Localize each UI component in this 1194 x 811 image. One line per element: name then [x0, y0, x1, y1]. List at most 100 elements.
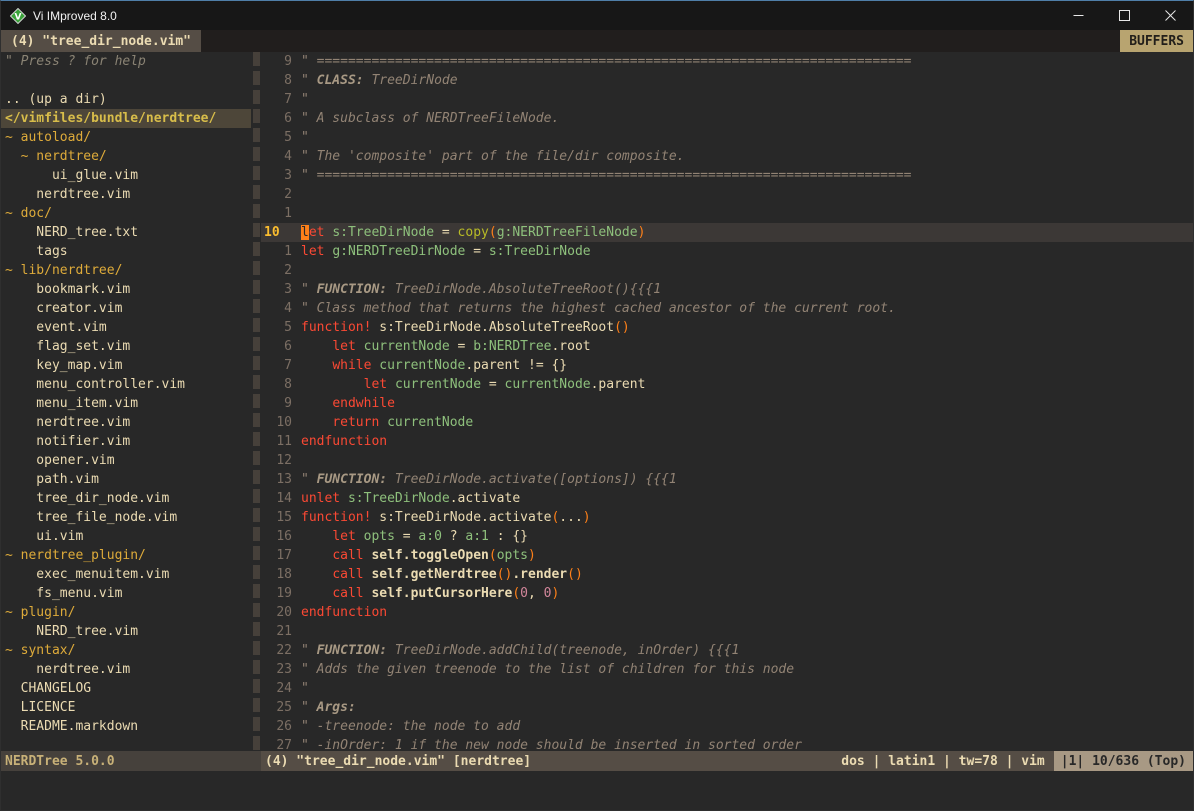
code-line[interactable]: 26" -treenode: the node to add [261, 717, 1193, 736]
code-text: let currentNode = currentNode.parent [301, 375, 645, 394]
line-number: 9 [261, 394, 301, 413]
code-line[interactable]: 1 [261, 204, 1193, 223]
command-line[interactable] [1, 771, 1193, 810]
tree-item[interactable]: notifier.vim [1, 432, 251, 451]
statusline-format-info: dos | latin1 | tw=78 | vim [841, 751, 1045, 771]
tree-item[interactable]: tree_dir_node.vim [1, 489, 251, 508]
code-line[interactable]: 6" A subclass of NERDTreeFileNode. [261, 109, 1193, 128]
code-line[interactable]: 17 call self.toggleOpen(opts) [261, 546, 1193, 565]
code-line[interactable]: 20endfunction [261, 603, 1193, 622]
tree-item[interactable]: ui.vim [1, 527, 251, 546]
line-number: 2 [261, 185, 301, 204]
code-line[interactable]: 7" [261, 90, 1193, 109]
tree-item[interactable]: NERD_tree.txt [1, 223, 251, 242]
code-line[interactable]: 6 let currentNode = b:NERDTree.root [261, 337, 1193, 356]
code-text: " Class method that returns the highest … [301, 299, 896, 318]
code-line[interactable]: 9" =====================================… [261, 52, 1193, 71]
window-title: Vi IMproved 8.0 [33, 9, 117, 23]
tree-item[interactable]: fs_menu.vim [1, 584, 251, 603]
code-line[interactable]: 27" -inOrder: 1 if the new node should b… [261, 736, 1193, 751]
vim-app-icon[interactable]: V [10, 8, 26, 24]
code-line[interactable]: 10 return currentNode [261, 413, 1193, 432]
text-cursor: l [301, 225, 309, 240]
code-line[interactable]: 7 while currentNode.parent != {} [261, 356, 1193, 375]
code-line[interactable]: 8" CLASS: TreeDirNode [261, 71, 1193, 90]
line-number: 15 [261, 508, 301, 527]
tree-item[interactable]: ui_glue.vim [1, 166, 251, 185]
tree-item[interactable]: NERD_tree.vim [1, 622, 251, 641]
buffers-badge[interactable]: BUFFERS [1120, 30, 1193, 52]
tree-root[interactable]: </vimfiles/bundle/nerdtree/ [1, 109, 251, 128]
code-line[interactable]: 2 [261, 185, 1193, 204]
code-line[interactable]: 16 let opts = a:0 ? a:1 : {} [261, 527, 1193, 546]
tree-item[interactable]: event.vim [1, 318, 251, 337]
code-text: unlet s:TreeDirNode.activate [301, 489, 520, 508]
code-line[interactable]: 3" =====================================… [261, 166, 1193, 185]
tree-item[interactable]: nerdtree.vim [1, 413, 251, 432]
code-text: " -treenode: the node to add [301, 717, 520, 736]
tree-item[interactable]: menu_controller.vim [1, 375, 251, 394]
code-line[interactable]: 4" The 'composite' part of the file/dir … [261, 147, 1193, 166]
tree-item[interactable]: ~ syntax/ [1, 641, 251, 660]
tree-item[interactable]: nerdtree.vim [1, 185, 251, 204]
tree-item[interactable]: ~ autoload/ [1, 128, 251, 147]
code-line[interactable]: 5function! s:TreeDirNode.AbsoluteTreeRoo… [261, 318, 1193, 337]
title-bar: V Vi IMproved 8.0 [1, 1, 1193, 30]
tree-item[interactable]: tree_file_node.vim [1, 508, 251, 527]
tab-active[interactable]: (4) "tree_dir_node.vim" [1, 30, 201, 52]
tree-item[interactable]: path.vim [1, 470, 251, 489]
window-separator[interactable] [251, 52, 261, 751]
tree-item[interactable]: key_map.vim [1, 356, 251, 375]
code-line[interactable]: 18 call self.getNerdtree().render() [261, 565, 1193, 584]
code-line[interactable]: 5" [261, 128, 1193, 147]
tree-item[interactable]: menu_item.vim [1, 394, 251, 413]
close-icon [1165, 10, 1176, 21]
maximize-button[interactable] [1101, 1, 1147, 30]
line-number: 7 [261, 356, 301, 375]
code-line[interactable]: 1let g:NERDTreeDirNode = s:TreeDirNode [261, 242, 1193, 261]
tree-item[interactable]: tags [1, 242, 251, 261]
minimize-button[interactable] [1055, 1, 1101, 30]
tree-item[interactable]: CHANGELOG [1, 679, 251, 698]
code-line[interactable]: 13" FUNCTION: TreeDirNode.activate([opti… [261, 470, 1193, 489]
tree-item[interactable]: bookmark.vim [1, 280, 251, 299]
tree-item[interactable]: exec_menuitem.vim [1, 565, 251, 584]
code-line[interactable]: 8 let currentNode = currentNode.parent [261, 375, 1193, 394]
tree-item[interactable]: opener.vim [1, 451, 251, 470]
code-line[interactable]: 9 endwhile [261, 394, 1193, 413]
tree-item[interactable]: ~ lib/nerdtree/ [1, 261, 251, 280]
code-line[interactable]: 25" Args: [261, 698, 1193, 717]
close-button[interactable] [1147, 1, 1193, 30]
code-line[interactable]: 15function! s:TreeDirNode.activate(...) [261, 508, 1193, 527]
code-line[interactable]: 11endfunction [261, 432, 1193, 451]
code-line[interactable]: 14unlet s:TreeDirNode.activate [261, 489, 1193, 508]
code-line[interactable]: 23" Adds the given treenode to the list … [261, 660, 1193, 679]
tree-item[interactable]: " Press ? for help [1, 52, 251, 71]
tree-item[interactable]: ~ nerdtree/ [1, 147, 251, 166]
code-line[interactable]: 24" [261, 679, 1193, 698]
line-number: 1 [261, 242, 301, 261]
tree-item[interactable]: creator.vim [1, 299, 251, 318]
code-line[interactable]: 3" FUNCTION: TreeDirNode.AbsoluteTreeRoo… [261, 280, 1193, 299]
code-line[interactable]: 2 [261, 261, 1193, 280]
code-line[interactable]: 22" FUNCTION: TreeDirNode.addChild(treen… [261, 641, 1193, 660]
tree-item[interactable]: nerdtree.vim [1, 660, 251, 679]
code-text: call self.getNerdtree().render() [301, 565, 583, 584]
code-text: let currentNode = b:NERDTree.root [301, 337, 591, 356]
tree-item[interactable]: LICENCE [1, 698, 251, 717]
tree-item[interactable]: ~ doc/ [1, 204, 251, 223]
code-line-current[interactable]: 10let s:TreeDirNode = copy(g:NERDTreeFil… [261, 223, 1193, 242]
code-line[interactable]: 12 [261, 451, 1193, 470]
tree-item[interactable]: .. (up a dir) [1, 90, 251, 109]
code-line[interactable]: 4" Class method that returns the highest… [261, 299, 1193, 318]
statusline-main: (4) "tree_dir_node.vim" [nerdtree] dos |… [261, 751, 1193, 771]
tree-item[interactable]: ~ plugin/ [1, 603, 251, 622]
tree-item [1, 71, 251, 90]
code-line[interactable]: 21 [261, 622, 1193, 641]
code-line[interactable]: 19 call self.putCursorHere(0, 0) [261, 584, 1193, 603]
tree-item[interactable]: ~ nerdtree_plugin/ [1, 546, 251, 565]
line-number: 3 [261, 280, 301, 299]
code-text: return currentNode [301, 413, 473, 432]
tree-item[interactable]: README.markdown [1, 717, 251, 736]
tree-item[interactable]: flag_set.vim [1, 337, 251, 356]
